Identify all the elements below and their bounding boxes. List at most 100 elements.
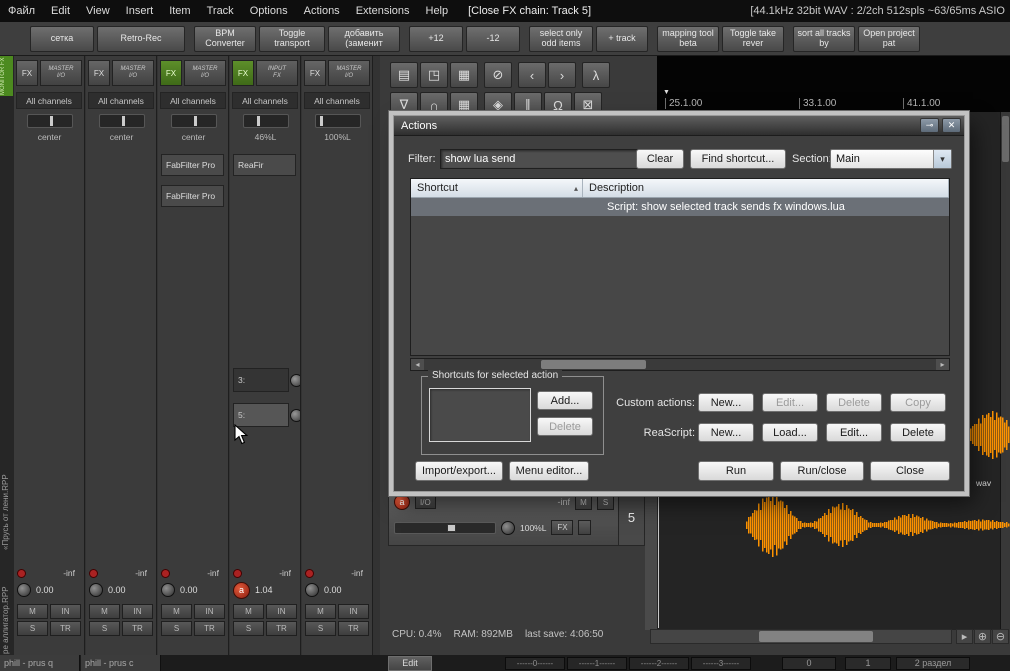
send-knob[interactable] [290,374,300,387]
io-button[interactable]: MASTER I/O [328,60,370,86]
action-list[interactable]: Shortcut ▴ Description Script: show sele… [410,178,950,356]
reascript-delete-button[interactable]: Delete [890,423,946,442]
reascript-edit-button[interactable]: Edit... [826,423,882,442]
trim-button[interactable]: TR [266,621,297,636]
volume-knob[interactable] [305,583,319,597]
attach-icon[interactable]: ⊘ [484,62,512,88]
counter-1[interactable]: 1 [845,657,891,670]
marker-field-0[interactable]: ------0------ [505,657,565,670]
project-tab-vertical-2[interactable]: ре аллигатор.RPP [1,554,13,654]
fx-insert[interactable]: FabFilter Pro [161,154,224,176]
pin-icon[interactable]: ⊸ [920,118,939,133]
audio-waveform-small[interactable] [966,408,1010,462]
project-tab-1[interactable]: phill - prus q [0,655,80,671]
tb-mapping-tool-button[interactable]: mapping tool beta [657,25,719,52]
column-shortcut[interactable]: Shortcut ▴ [411,179,583,197]
trim-button[interactable]: TR [194,621,225,636]
reascript-new-button[interactable]: New... [698,423,754,442]
tb-bpm-converter-button[interactable]: BPM Converter [194,25,256,52]
mute-button[interactable]: M [17,604,48,619]
find-shortcut-button[interactable]: Find shortcut... [690,149,786,169]
fx-insert[interactable]: ReaFir [233,154,296,176]
record-arm-indicator[interactable] [305,568,314,578]
mute-button[interactable]: M [89,604,120,619]
volume-knob[interactable] [161,583,175,597]
pan-slider[interactable] [315,114,361,128]
volume-knob[interactable] [89,583,103,597]
solo-button[interactable]: S [17,621,48,636]
marker-field-2[interactable]: ------2------ [629,657,689,670]
edit-mode-button[interactable]: Edit [388,656,432,671]
scroll-right-icon[interactable]: ▸ [956,629,973,644]
pan-slider[interactable] [171,114,217,128]
volume-knob[interactable] [17,583,31,597]
input-button[interactable]: IN [266,604,297,619]
custom-edit-button[interactable]: Edit... [762,393,818,412]
menu-options[interactable]: Options [242,5,296,17]
menu-file[interactable]: Файл [0,5,43,17]
redo-icon[interactable]: › [548,62,576,88]
counter-0[interactable]: 0 [782,657,836,670]
mute-button[interactable]: M [161,604,192,619]
new-project-icon[interactable]: ▤ [390,62,418,88]
menu-edit[interactable]: Edit [43,5,78,17]
input-button[interactable]: IN [122,604,153,619]
solo-button[interactable]: S [597,494,614,510]
tb-open-project-button[interactable]: Open project pat [858,25,920,52]
custom-copy-button[interactable]: Copy [890,393,946,412]
volume-slider[interactable] [394,521,496,534]
custom-new-button[interactable]: New... [698,393,754,412]
close-button[interactable]: Close [870,461,950,481]
send-slot-3[interactable]: 3: [233,368,289,392]
fx-button[interactable]: FX [232,60,254,86]
menu-actions[interactable]: Actions [296,5,348,17]
scroll-left-icon[interactable]: ◂ [411,359,424,370]
tb-sort-tracks-button[interactable]: sort all tracks by [793,25,855,52]
tb-add-replace-button[interactable]: добавить (заменит [328,25,400,52]
tb-grid-button[interactable]: сетка [30,25,94,52]
section-dropdown[interactable]: Main ▾ [830,149,952,169]
tb-select-odd-items-button[interactable]: select only odd items [529,25,593,52]
counter-2[interactable]: 2 раздел [896,657,970,670]
project-tab-vertical-1[interactable]: «Прусь от лени.RPP [1,430,13,550]
column-description[interactable]: Description [583,179,949,197]
solo-button[interactable]: S [161,621,192,636]
scrollbar-thumb[interactable] [541,360,646,369]
fx-button[interactable]: FX [304,60,326,86]
record-arm-indicator[interactable] [233,568,242,578]
tb-toggle-transport-button[interactable]: Toggle transport [259,25,325,52]
fx-button[interactable]: FX [88,60,110,86]
marker-field-1[interactable]: ------1------ [567,657,627,670]
fx-button[interactable]: FX [551,520,574,535]
io-button[interactable]: MASTER I/O [40,60,82,86]
dialog-titlebar[interactable]: Actions ⊸ ✕ [394,116,964,136]
io-button[interactable]: MASTER I/O [184,60,226,86]
send-knob[interactable] [290,409,300,422]
tb-plus12-button[interactable]: +12 [409,25,463,52]
tb-toggle-take-button[interactable]: Toggle take rever [722,25,784,52]
script-lambda-icon[interactable]: λ [582,62,610,88]
import-export-button[interactable]: Import/export... [415,461,503,481]
record-arm-indicator[interactable] [17,568,26,578]
pan-slider[interactable] [27,114,73,128]
custom-delete-button[interactable]: Delete [826,393,882,412]
shortcut-listbox[interactable] [429,388,531,442]
trim-button[interactable]: TR [338,621,369,636]
undo-icon[interactable]: ‹ [518,62,546,88]
record-arm-indicator[interactable] [89,568,98,578]
fx-button[interactable]: FX [16,60,38,86]
mute-button[interactable]: M [575,494,592,510]
scrollbar-thumb[interactable] [759,631,873,642]
save-project-icon[interactable]: ▦ [450,62,478,88]
project-tab-2[interactable]: phill - prus c [81,655,161,671]
audio-waveform[interactable] [746,489,1010,561]
run-close-button[interactable]: Run/close [780,461,864,481]
menu-help[interactable]: Help [418,5,457,17]
tb-minus12-button[interactable]: -12 [466,25,520,52]
record-arm-indicator[interactable] [161,568,170,578]
action-row-selected[interactable]: Script: show selected track sends fx win… [411,198,949,216]
input-button[interactable]: IN [194,604,225,619]
zoom-in-icon[interactable]: ⊕ [974,629,991,644]
close-icon[interactable]: ✕ [942,118,961,133]
fx-bypass-button[interactable] [578,520,592,535]
